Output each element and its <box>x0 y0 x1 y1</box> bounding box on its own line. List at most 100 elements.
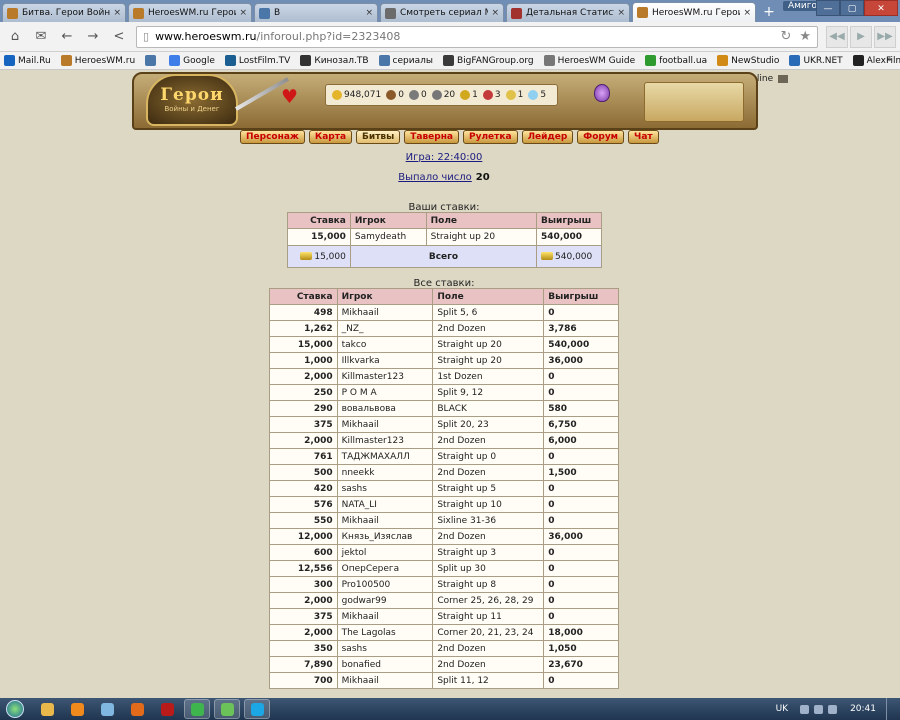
mail-icon[interactable]: ✉ <box>30 26 52 48</box>
heart-icon[interactable]: ♥ <box>281 86 298 108</box>
media-player-taskbar-button[interactable] <box>64 699 90 719</box>
bookmarks-overflow-icon[interactable]: » <box>886 55 892 65</box>
bookmark-item[interactable]: HeroesWM.ru <box>60 55 135 66</box>
bookmark-item[interactable] <box>145 55 159 66</box>
reload-icon[interactable]: ↻ <box>780 29 791 44</box>
back-icon[interactable]: ← <box>56 26 78 48</box>
bet-amount: 15,000 <box>287 228 351 246</box>
site-logo[interactable]: Герои Войны и Денег <box>146 74 238 126</box>
player-name[interactable]: sashs <box>336 640 434 657</box>
nav-item[interactable]: Рулетка <box>463 130 518 144</box>
player-name[interactable]: _NZ_ <box>336 320 434 337</box>
volume-icon[interactable] <box>828 704 838 714</box>
player-name[interactable]: Князь_Изяслав <box>336 528 434 545</box>
show-desktop-button[interactable] <box>886 698 896 720</box>
player-name[interactable]: P O M A <box>336 384 434 401</box>
network-icon[interactable] <box>814 704 824 714</box>
browser-tab[interactable]: HeroesWM.ru Герои во× <box>632 2 756 22</box>
player-name[interactable]: Illkvarka <box>336 352 434 369</box>
browser-tab[interactable]: HeroesWM.ru Герои во× <box>128 3 252 22</box>
player-name[interactable]: Mikhaail <box>336 304 434 321</box>
player-name[interactable]: Samydeath <box>349 228 427 246</box>
nav-item[interactable]: Чат <box>628 130 659 144</box>
bookmark-item[interactable]: Mail.Ru <box>4 55 51 66</box>
player-name[interactable]: Killmaster123 <box>336 432 434 449</box>
player-name[interactable]: takco <box>336 336 434 353</box>
table-row: 2,000 Killmaster123 1st Dozen 0 <box>269 368 619 385</box>
player-name[interactable]: Mikhaail <box>336 416 434 433</box>
player-name[interactable]: The Lagolas <box>336 624 434 641</box>
address-bar[interactable]: ▯ www.heroeswm.ru /inforoul.php?id=23234… <box>136 25 818 48</box>
tab-close-icon[interactable]: × <box>113 8 121 18</box>
mana-potion-icon[interactable] <box>594 84 610 102</box>
media-prev-icon[interactable]: ◀◀ <box>826 25 848 48</box>
bet-field: Split 9, 12 <box>432 384 545 401</box>
amigo-icon <box>190 702 204 716</box>
tab-close-icon[interactable]: × <box>743 8 751 18</box>
language-indicator[interactable]: UK <box>776 704 789 714</box>
tab-close-icon[interactable]: × <box>239 8 247 18</box>
bookmark-item[interactable]: HeroesWM Guide <box>543 55 635 66</box>
tab-close-icon[interactable]: × <box>365 8 373 18</box>
nav-item[interactable]: Форум <box>577 130 625 144</box>
bookmark-item[interactable]: Кинозал.ТВ <box>300 55 369 66</box>
bookmark-item[interactable]: BigFANGroup.org <box>442 55 534 66</box>
tab-close-icon[interactable]: × <box>491 8 499 18</box>
player-name[interactable]: nneekk <box>336 464 434 481</box>
player-name[interactable]: bonafied <box>336 656 434 673</box>
tab-close-icon[interactable]: × <box>617 8 625 18</box>
new-tab-button[interactable]: + <box>760 5 778 21</box>
player-name[interactable]: ОперСерега <box>336 560 434 577</box>
amigo-taskbar-button[interactable] <box>184 699 210 719</box>
nav-item[interactable]: Лейдер <box>521 130 574 144</box>
media-play-icon[interactable]: ▶ <box>850 25 872 48</box>
player-name[interactable]: Mikhaail <box>336 512 434 529</box>
browser-tab[interactable]: Битва. Герои Войны и× <box>2 3 126 22</box>
player-name[interactable]: godwar99 <box>336 592 434 609</box>
win-amount: 18,000 <box>543 624 619 641</box>
home-icon[interactable]: ⌂ <box>4 26 26 48</box>
skype-taskbar-button[interactable] <box>244 699 270 719</box>
start-button[interactable] <box>0 698 30 720</box>
browser-tab[interactable]: Смотреть сериал Мор× <box>380 3 504 22</box>
bookmark-item[interactable]: сериалы <box>378 55 433 66</box>
bookmark-item[interactable]: football.ua <box>645 55 707 66</box>
opera-taskbar-button[interactable] <box>154 699 180 719</box>
nav-item[interactable]: Персонаж <box>240 130 305 144</box>
clock[interactable]: 20:41 <box>850 704 876 714</box>
browser-tab[interactable]: В × <box>254 3 378 22</box>
firefox-taskbar-button[interactable] <box>124 699 150 719</box>
win-amount: 540,000 <box>543 336 619 353</box>
game-time-link[interactable]: Игра: 22:40:00 <box>0 152 888 163</box>
player-name[interactable]: ТАДЖМАХАЛЛ <box>336 448 434 465</box>
share-icon[interactable]: < <box>108 26 130 48</box>
player-name[interactable]: jektol <box>336 544 434 561</box>
browser-tab[interactable]: Детальная Статистика× <box>506 3 630 22</box>
nav-item[interactable]: Карта <box>308 130 353 144</box>
media-next-icon[interactable]: ▶▶ <box>874 25 896 48</box>
close-window-icon[interactable]: ✕ <box>864 0 898 16</box>
utorrent-taskbar-button[interactable] <box>214 699 240 719</box>
player-name[interactable]: Mikhaail <box>336 672 434 689</box>
resource-item: 3 <box>482 90 501 100</box>
maximize-icon[interactable]: ▢ <box>840 0 864 16</box>
player-name[interactable]: вовальвова <box>336 400 434 417</box>
player-name[interactable]: Killmaster123 <box>336 368 434 385</box>
nav-item[interactable]: Битвы <box>356 130 401 144</box>
explorer-taskbar-button[interactable] <box>34 699 60 719</box>
bookmark-item[interactable]: UKR.NET <box>789 55 843 66</box>
tray-flag-icon[interactable] <box>800 704 810 714</box>
player-name[interactable]: Mikhaail <box>336 608 434 625</box>
bookmark-item[interactable]: AlexFilm.tv <box>852 55 900 66</box>
player-name[interactable]: Pro100500 <box>336 576 434 593</box>
player-name[interactable]: sashs <box>336 480 434 497</box>
bookmark-item[interactable]: LostFilm.TV <box>224 55 290 66</box>
minimize-icon[interactable]: — <box>816 0 840 16</box>
nav-item[interactable]: Таверна <box>404 130 459 144</box>
image-viewer-taskbar-button[interactable] <box>94 699 120 719</box>
forward-icon[interactable]: → <box>82 26 104 48</box>
bookmark-item[interactable]: Google <box>169 55 215 66</box>
player-name[interactable]: NATA_LI <box>336 496 434 513</box>
bookmark-star-icon[interactable]: ★ <box>799 29 811 44</box>
bookmark-item[interactable]: NewStudio <box>717 55 779 66</box>
